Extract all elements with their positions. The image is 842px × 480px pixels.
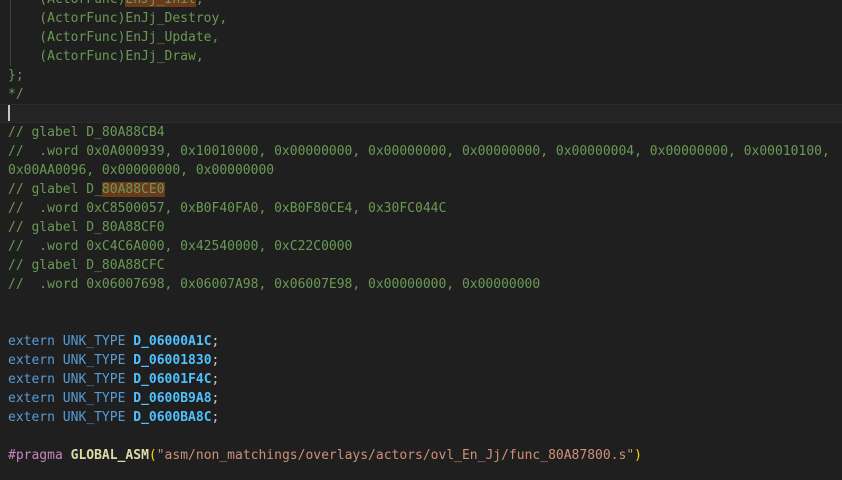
code-line[interactable] — [0, 465, 842, 480]
code-token: (ActorFunc) — [8, 0, 125, 7]
code-line[interactable]: // .word 0x0A000939, 0x10010000, 0x00000… — [0, 142, 842, 161]
code-lines: (ActorFunc)EnJj_Init, (ActorFunc)EnJj_De… — [0, 0, 842, 480]
code-line[interactable] — [0, 294, 842, 313]
code-token: extern — [8, 372, 55, 387]
code-token: UNK_TYPE — [63, 410, 126, 425]
code-token: GLOBAL_ASM — [71, 448, 149, 463]
code-token: // .word 0xC8500057, 0xB0F40FA0, 0xB0F80… — [8, 201, 446, 216]
code-token: D_06000A1C — [133, 334, 211, 349]
code-token: , — [196, 0, 204, 7]
code-token — [55, 334, 63, 349]
code-token: // .word 0x0A000939, 0x10010000, 0x00000… — [8, 144, 830, 159]
code-token — [55, 391, 63, 406]
code-token: extern — [8, 410, 55, 425]
code-line[interactable]: // .word 0xC8500057, 0xB0F40FA0, 0xB0F80… — [0, 199, 842, 218]
code-line[interactable]: // glabel D_80A88CE0 — [0, 180, 842, 199]
code-token: ) — [634, 448, 642, 463]
code-token — [55, 353, 63, 368]
code-line[interactable] — [0, 313, 842, 332]
code-line[interactable]: extern UNK_TYPE D_0600BA8C; — [0, 408, 842, 427]
code-token: // .word 0xC4C6A000, 0x42540000, 0xC22C0… — [8, 239, 352, 254]
code-token: (ActorFunc)EnJj_Destroy, — [8, 11, 227, 26]
code-line[interactable]: // .word 0x06007698, 0x06007A98, 0x06007… — [0, 275, 842, 294]
code-token: ; — [212, 353, 220, 368]
text-cursor — [8, 105, 10, 121]
code-line[interactable]: #pragma GLOBAL_ASM("asm/non_matchings/ov… — [0, 446, 842, 465]
code-token: // glabel D_ — [8, 182, 102, 197]
code-token: ( — [149, 448, 157, 463]
code-line[interactable] — [0, 427, 842, 446]
code-line[interactable]: }; — [0, 66, 842, 85]
code-line[interactable]: (ActorFunc)EnJj_Destroy, — [0, 9, 842, 28]
code-token: ; — [212, 334, 220, 349]
code-token: D_06001830 — [133, 353, 211, 368]
code-line[interactable]: extern UNK_TYPE D_06000A1C; — [0, 332, 842, 351]
code-line[interactable]: // glabel D_80A88CB4 — [0, 123, 842, 142]
code-token: extern — [8, 353, 55, 368]
find-match-highlight: 80A88CE0 — [102, 182, 165, 197]
code-line[interactable]: extern UNK_TYPE D_06001830; — [0, 351, 842, 370]
code-line[interactable]: extern UNK_TYPE D_06001F4C; — [0, 370, 842, 389]
code-line[interactable]: // glabel D_80A88CF0 — [0, 218, 842, 237]
code-token: UNK_TYPE — [63, 334, 126, 349]
code-token: UNK_TYPE — [63, 353, 126, 368]
code-token — [55, 372, 63, 387]
code-token: // .word 0x06007698, 0x06007A98, 0x06007… — [8, 277, 540, 292]
code-token: // glabel D_80A88CB4 — [8, 125, 165, 140]
code-token: "asm/non_matchings/overlays/actors/ovl_E… — [157, 448, 634, 463]
code-token: ; — [212, 410, 220, 425]
code-token: }; — [8, 68, 24, 83]
code-token: extern — [8, 334, 55, 349]
code-token: ; — [212, 372, 220, 387]
code-token: (ActorFunc)EnJj_Update, — [8, 30, 219, 45]
code-line-current[interactable] — [0, 104, 842, 123]
code-token: */ — [8, 87, 24, 102]
code-token: #pragma — [8, 448, 71, 463]
code-token: extern — [8, 391, 55, 406]
code-line[interactable]: */ — [0, 85, 842, 104]
code-line[interactable]: // glabel D_80A88CFC — [0, 256, 842, 275]
code-token: D_06001F4C — [133, 372, 211, 387]
find-match-highlight: EnJj_Init — [125, 0, 195, 7]
code-token: D_0600BA8C — [133, 410, 211, 425]
code-line[interactable]: (ActorFunc)EnJj_Update, — [0, 28, 842, 47]
code-token: // glabel D_80A88CFC — [8, 258, 165, 273]
code-token: UNK_TYPE — [63, 391, 126, 406]
indent-guide — [10, 0, 11, 66]
code-token: (ActorFunc)EnJj_Draw, — [8, 49, 204, 64]
code-token: 0x00AA0096, 0x00000000, 0x00000000 — [8, 163, 274, 178]
code-editor[interactable]: (ActorFunc)EnJj_Init, (ActorFunc)EnJj_De… — [0, 0, 842, 480]
code-token — [55, 410, 63, 425]
code-token: ; — [212, 391, 220, 406]
code-token: // glabel D_80A88CF0 — [8, 220, 165, 235]
code-token: UNK_TYPE — [63, 372, 126, 387]
code-line[interactable]: (ActorFunc)EnJj_Draw, — [0, 47, 842, 66]
code-line[interactable]: // .word 0xC4C6A000, 0x42540000, 0xC22C0… — [0, 237, 842, 256]
code-line[interactable]: (ActorFunc)EnJj_Init, — [0, 0, 842, 9]
code-line[interactable]: extern UNK_TYPE D_0600B9A8; — [0, 389, 842, 408]
code-line[interactable]: 0x00AA0096, 0x00000000, 0x00000000 — [0, 161, 842, 180]
code-token: D_0600B9A8 — [133, 391, 211, 406]
